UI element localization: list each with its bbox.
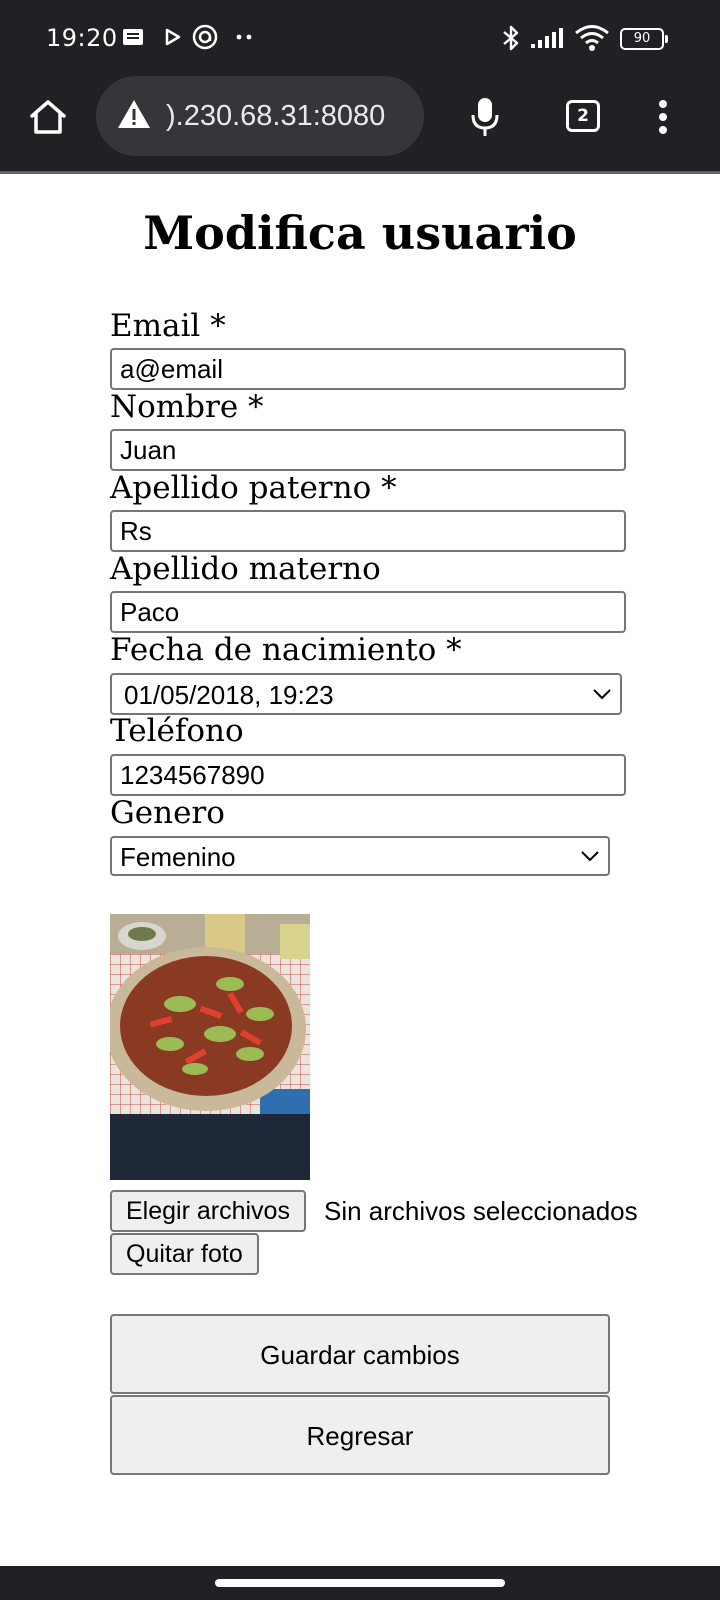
genero-select[interactable]: Femenino — [110, 836, 610, 876]
home-gesture-handle[interactable] — [215, 1579, 505, 1587]
chevron-down-icon — [593, 689, 611, 700]
battery-icon: 90 — [620, 28, 668, 50]
home-icon[interactable] — [28, 98, 68, 136]
remove-photo-button[interactable]: Quitar foto — [110, 1233, 259, 1275]
fecha-nacimiento-value: 01/05/2018, 19:23 — [124, 680, 334, 710]
apellido-materno-field[interactable] — [110, 591, 626, 633]
photo-image — [110, 914, 310, 1180]
tab-count: 2 — [577, 106, 589, 126]
chevron-down-icon — [581, 851, 599, 862]
fecha-nacimiento-label: Fecha de nacimiento * — [110, 632, 462, 668]
save-button[interactable]: Guardar cambios — [110, 1314, 610, 1394]
fecha-nacimiento-picker[interactable]: 01/05/2018, 19:23 — [110, 673, 622, 715]
email-label: Email * — [110, 308, 226, 344]
signal-icon — [531, 28, 563, 48]
warning-icon — [118, 100, 150, 128]
telefono-label: Teléfono — [110, 713, 244, 749]
bluetooth-icon — [503, 25, 519, 51]
battery-level: 90 — [633, 31, 651, 46]
apellido-materno-label: Apellido materno — [110, 551, 381, 587]
email-field[interactable] — [110, 348, 626, 390]
choose-file-button[interactable]: Elegir archivos — [110, 1190, 306, 1232]
genero-label: Genero — [110, 795, 225, 831]
genero-value: Femenino — [120, 842, 236, 872]
apellido-paterno-field[interactable] — [110, 510, 626, 552]
navigation-bar — [0, 1566, 720, 1600]
more-dots-icon — [236, 34, 252, 40]
microphone-icon[interactable] — [470, 96, 500, 138]
telefono-field[interactable] — [110, 754, 626, 796]
user-photo — [110, 914, 310, 1180]
file-status-text: Sin archivos seleccionados — [324, 1196, 638, 1226]
overflow-menu-icon[interactable] — [656, 98, 670, 136]
address-bar[interactable]: ).230.68.31:8080 — [96, 76, 424, 156]
status-time: 19:20 — [46, 24, 118, 52]
apellido-paterno-label: Apellido paterno * — [110, 470, 397, 506]
wifi-icon — [575, 25, 609, 51]
play-store-icon — [165, 28, 181, 46]
tabs-icon[interactable]: 2 — [566, 100, 600, 132]
status-bar: 19:20 90 — [0, 0, 720, 78]
back-button[interactable]: Regresar — [110, 1395, 610, 1475]
url-text: ).230.68.31:8080 — [166, 100, 386, 132]
page-title: Modifica usuario — [143, 206, 577, 260]
at-sign-icon — [192, 24, 218, 50]
nombre-label: Nombre * — [110, 389, 264, 425]
notification-icon — [123, 29, 143, 45]
nombre-field[interactable] — [110, 429, 626, 471]
toolbar-divider — [0, 171, 720, 174]
